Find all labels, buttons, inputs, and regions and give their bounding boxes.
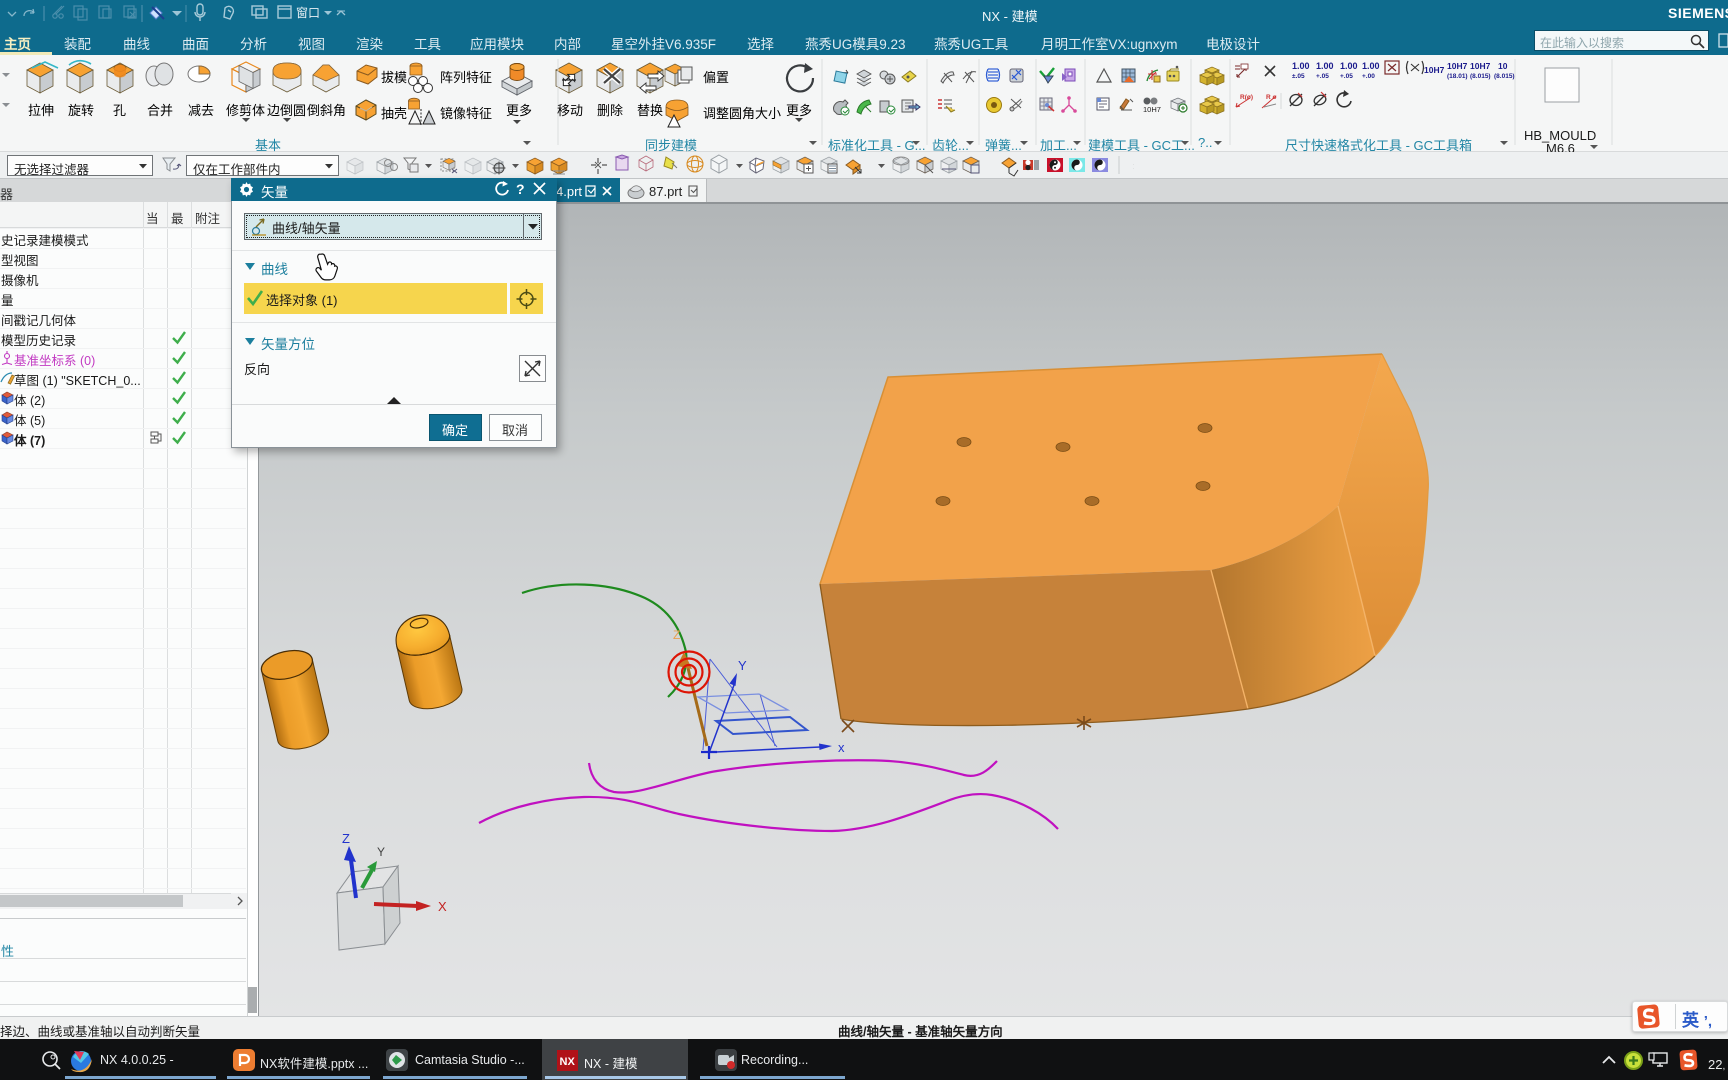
svg-text:Y: Y	[377, 845, 385, 859]
svg-text:1.00: 1.00	[1292, 61, 1310, 71]
svg-text:Z: Z	[342, 831, 350, 846]
svg-text:(8.015): (8.015)	[1470, 73, 1491, 80]
svg-text:10H7: 10H7	[1424, 65, 1445, 75]
svg-text:1.00: 1.00	[1340, 61, 1358, 71]
svg-text:1.00: 1.00	[1316, 61, 1334, 71]
svg-text:Z: Z	[673, 628, 680, 642]
svg-text:?: ?	[516, 181, 525, 197]
svg-text:Y: Y	[738, 658, 747, 673]
svg-text:±.05: ±.05	[1292, 73, 1305, 80]
svg-text:+.00: +.00	[1362, 73, 1375, 80]
svg-text:1.00: 1.00	[1362, 61, 1380, 71]
svg-text:(18.01): (18.01)	[1447, 73, 1468, 80]
svg-text:+.05: +.05	[1316, 73, 1329, 80]
svg-text:10H7: 10H7	[1447, 61, 1468, 71]
svg-text:NX: NX	[560, 1056, 576, 1068]
svg-text:x: x	[838, 740, 845, 755]
svg-text:10H7: 10H7	[1470, 61, 1491, 71]
svg-text:10H7: 10H7	[1143, 105, 1161, 114]
svg-text:X: X	[438, 899, 447, 914]
svg-text:+.05: +.05	[1340, 73, 1353, 80]
svg-text:10: 10	[1498, 61, 1508, 71]
svg-text:窗口: 窗口	[296, 6, 320, 20]
svg-text:(8.015): (8.015)	[1494, 73, 1515, 80]
